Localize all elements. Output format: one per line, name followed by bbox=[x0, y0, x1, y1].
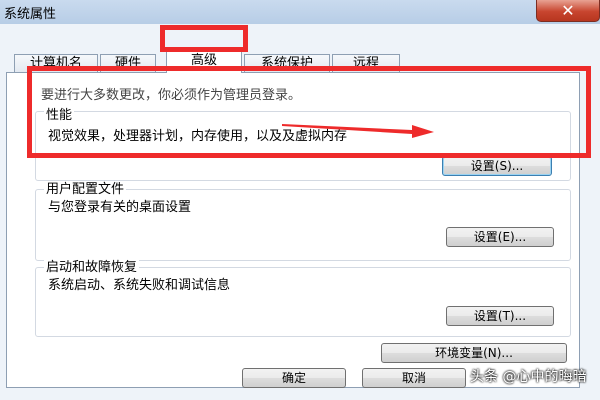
user-profiles-description: 与您登录有关的桌面设置 bbox=[48, 200, 192, 215]
environment-variables-button[interactable]: 环境变量(N)... bbox=[381, 343, 567, 363]
startup-recovery-group: 启动和故障恢复 系统启动、系统失败和调试信息 设置(T)... bbox=[35, 260, 571, 337]
cancel-button[interactable]: 取消 bbox=[362, 368, 466, 388]
watermark-text: 头条 @心中的晦暗 bbox=[470, 369, 587, 385]
startup-recovery-description: 系统启动、系统失败和调试信息 bbox=[48, 278, 231, 293]
close-icon: ✕ bbox=[561, 1, 575, 20]
startup-recovery-settings-button[interactable]: 设置(T)... bbox=[446, 306, 554, 326]
user-profiles-title: 用户配置文件 bbox=[44, 182, 127, 197]
ok-button[interactable]: 确定 bbox=[242, 368, 346, 388]
close-button[interactable]: ✕ bbox=[536, 0, 600, 22]
tab-highlight-box bbox=[160, 25, 248, 52]
title-bar: 系统属性 ✕ bbox=[0, 0, 600, 25]
performance-highlight-box bbox=[27, 66, 591, 158]
user-profiles-settings-button[interactable]: 设置(E)... bbox=[446, 227, 554, 247]
user-profiles-group: 用户配置文件 与您登录有关的桌面设置 设置(E)... bbox=[35, 182, 571, 261]
arrow-icon bbox=[282, 124, 434, 138]
performance-settings-button[interactable]: 设置(S)... bbox=[442, 156, 552, 176]
startup-recovery-title: 启动和故障恢复 bbox=[44, 260, 140, 275]
window-title: 系统属性 bbox=[4, 7, 57, 22]
